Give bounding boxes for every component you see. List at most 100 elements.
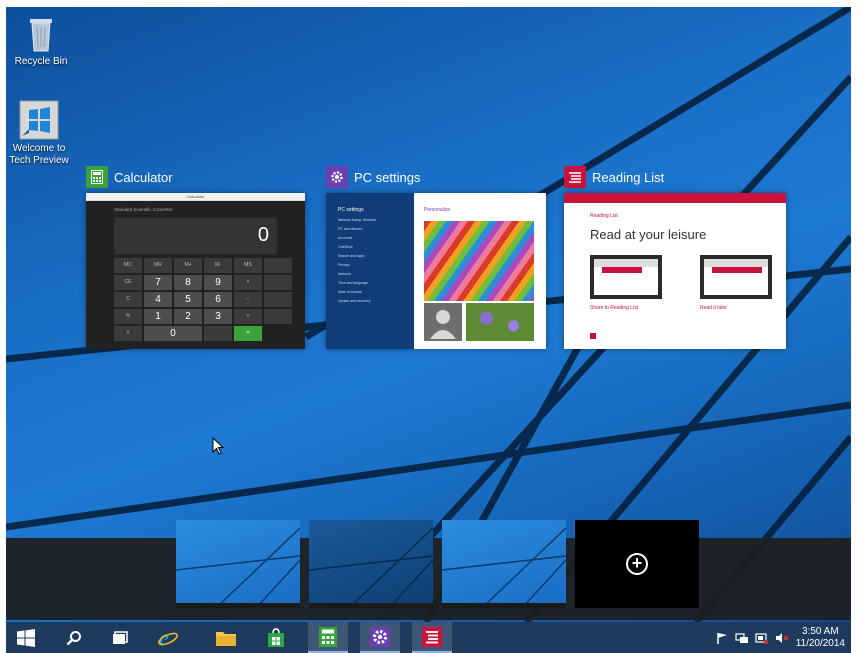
reading-list-card1: Share to Reading List bbox=[590, 305, 639, 311]
background-preview bbox=[466, 303, 534, 341]
clock[interactable]: 3:50 AM 11/20/2014 bbox=[792, 626, 851, 650]
calc-key: 1 bbox=[144, 309, 172, 324]
task-view-window-calculator[interactable]: Calculator Calculator Standard Scientifi… bbox=[86, 165, 311, 355]
reading-list-thumbnail[interactable]: Reading List Read at your leisure Share … bbox=[564, 193, 786, 349]
internet-explorer-button[interactable]: e bbox=[148, 622, 188, 653]
calc-key bbox=[264, 275, 292, 290]
volume-button[interactable] bbox=[772, 622, 792, 653]
add-desktop-button[interactable]: + bbox=[575, 520, 699, 608]
calc-key: MR bbox=[144, 258, 172, 273]
calc-key: + bbox=[234, 309, 262, 324]
clock-date: 11/20/2014 bbox=[795, 637, 845, 649]
calc-key bbox=[264, 292, 292, 307]
task-view-window-reading-list[interactable]: Reading List Reading List Read at your l… bbox=[564, 165, 789, 355]
store-button[interactable] bbox=[256, 622, 296, 653]
reading-list-subtitle: Reading List bbox=[590, 213, 618, 219]
calc-key: . bbox=[204, 326, 232, 341]
desktop: Recycle Bin Welcome to Tech Preview Calc… bbox=[6, 7, 851, 622]
calc-key: MC bbox=[114, 258, 142, 273]
search-icon bbox=[66, 630, 81, 645]
pc-settings-taskbar-button[interactable] bbox=[360, 622, 400, 653]
system-tray: 3:50 AM 11/20/2014 bbox=[712, 622, 851, 653]
lock-screen-preview bbox=[424, 221, 534, 301]
reading-list-icon bbox=[564, 166, 586, 188]
virtual-desktop-3[interactable] bbox=[442, 520, 566, 608]
reading-list-icon bbox=[422, 626, 442, 647]
calc-key: 5 bbox=[174, 292, 202, 307]
pc-settings-item: Network bbox=[338, 272, 351, 276]
search-button[interactable] bbox=[54, 622, 94, 653]
volume-muted-icon bbox=[775, 632, 789, 643]
virtual-desktop-1[interactable] bbox=[176, 520, 300, 608]
calc-key: 0 bbox=[144, 326, 202, 341]
desktop-icon-recycle-bin[interactable]: Recycle Bin bbox=[6, 13, 76, 68]
calc-key: ± bbox=[114, 326, 142, 341]
pc-settings-item: PC and devices bbox=[338, 227, 363, 231]
pc-settings-header: PC settings bbox=[338, 207, 364, 213]
flag-icon bbox=[716, 632, 727, 644]
reading-list-heading: Read at your leisure bbox=[590, 227, 707, 242]
window-title-calculator: Calculator bbox=[114, 169, 173, 185]
calculator-icon bbox=[319, 626, 337, 647]
task-view-icon bbox=[113, 630, 128, 644]
gear-icon bbox=[370, 626, 390, 647]
clock-time: 3:50 AM bbox=[801, 625, 839, 637]
calculator-taskbar-button[interactable] bbox=[308, 622, 348, 653]
calc-key: 2 bbox=[174, 309, 202, 324]
start-button[interactable] bbox=[6, 622, 46, 653]
reading-list-illustration-2 bbox=[700, 255, 772, 299]
calc-key: CE bbox=[114, 275, 142, 290]
virtual-desktop-2[interactable] bbox=[309, 520, 433, 608]
reading-list-card2: Read it later bbox=[700, 305, 727, 311]
calc-key: 4 bbox=[144, 292, 172, 307]
calc-key: × bbox=[234, 275, 262, 290]
task-view-window-pc-settings[interactable]: PC settings PC settings Network &amp; Wi… bbox=[326, 165, 551, 355]
taskbar: e 3:50 AM 11/20/2014 bbox=[6, 622, 851, 653]
pc-settings-item: Privacy bbox=[338, 263, 350, 267]
calc-key: 6 bbox=[204, 292, 232, 307]
calc-key: 7 bbox=[144, 275, 172, 290]
calc-key: 9 bbox=[204, 275, 232, 290]
calculator-thumbnail[interactable]: Calculator Standard Scientific Converter… bbox=[86, 193, 305, 349]
power-icon bbox=[755, 632, 768, 644]
file-explorer-button[interactable] bbox=[206, 622, 246, 653]
mini-titlebar: Calculator bbox=[86, 193, 305, 201]
calculator-modes: Standard Scientific Converter bbox=[114, 207, 173, 212]
pc-settings-content: Personalize bbox=[414, 193, 546, 349]
reading-list-taskbar-button[interactable] bbox=[412, 622, 452, 653]
pc-settings-thumbnail[interactable]: PC settings Network &amp; Wireless PC an… bbox=[326, 193, 546, 349]
calc-key: M- bbox=[204, 258, 232, 273]
welcome-label-line1: Welcome to bbox=[12, 143, 66, 154]
reading-list-topbar bbox=[564, 193, 786, 203]
action-center-button[interactable] bbox=[712, 622, 732, 653]
calc-key: MS bbox=[234, 258, 262, 273]
reading-list-action bbox=[590, 333, 596, 339]
plus-icon: + bbox=[626, 553, 648, 575]
reading-list-illustration-1 bbox=[590, 255, 662, 299]
personalize-header: Personalize bbox=[424, 207, 451, 213]
pc-settings-item: Accounts bbox=[338, 236, 353, 240]
calc-key bbox=[264, 258, 292, 273]
pc-settings-nav: PC settings Network &amp; Wireless PC an… bbox=[326, 193, 414, 349]
calc-key: % bbox=[114, 309, 142, 324]
windows-logo-icon bbox=[17, 628, 35, 647]
gear-icon bbox=[326, 166, 348, 188]
desktop-icon-welcome-tech-preview[interactable]: Welcome to Tech Preview bbox=[6, 100, 74, 167]
task-view-button[interactable] bbox=[100, 622, 140, 653]
calculator-keypad: MC MR M+ M- MS CE 7 8 9 × C 4 5 6 − % 1 bbox=[114, 258, 305, 341]
power-button[interactable] bbox=[752, 622, 772, 653]
calc-key: − bbox=[234, 292, 262, 307]
calculator-display: 0 bbox=[114, 218, 277, 254]
account-picture bbox=[424, 303, 462, 341]
pc-settings-item: OneDrive bbox=[338, 245, 353, 249]
welcome-label-line2: Tech Preview bbox=[9, 155, 69, 166]
welcome-tech-preview-icon bbox=[19, 100, 59, 140]
pc-settings-item: Ease of Access bbox=[338, 290, 362, 294]
network-icon bbox=[735, 632, 748, 643]
recycle-bin-icon bbox=[30, 19, 52, 52]
calculator-icon bbox=[86, 166, 108, 188]
network-button[interactable] bbox=[732, 622, 752, 653]
recycle-bin-label: Recycle Bin bbox=[14, 56, 68, 67]
pc-settings-item: Time and language bbox=[338, 281, 368, 285]
window-title-reading-list: Reading List bbox=[592, 169, 665, 185]
